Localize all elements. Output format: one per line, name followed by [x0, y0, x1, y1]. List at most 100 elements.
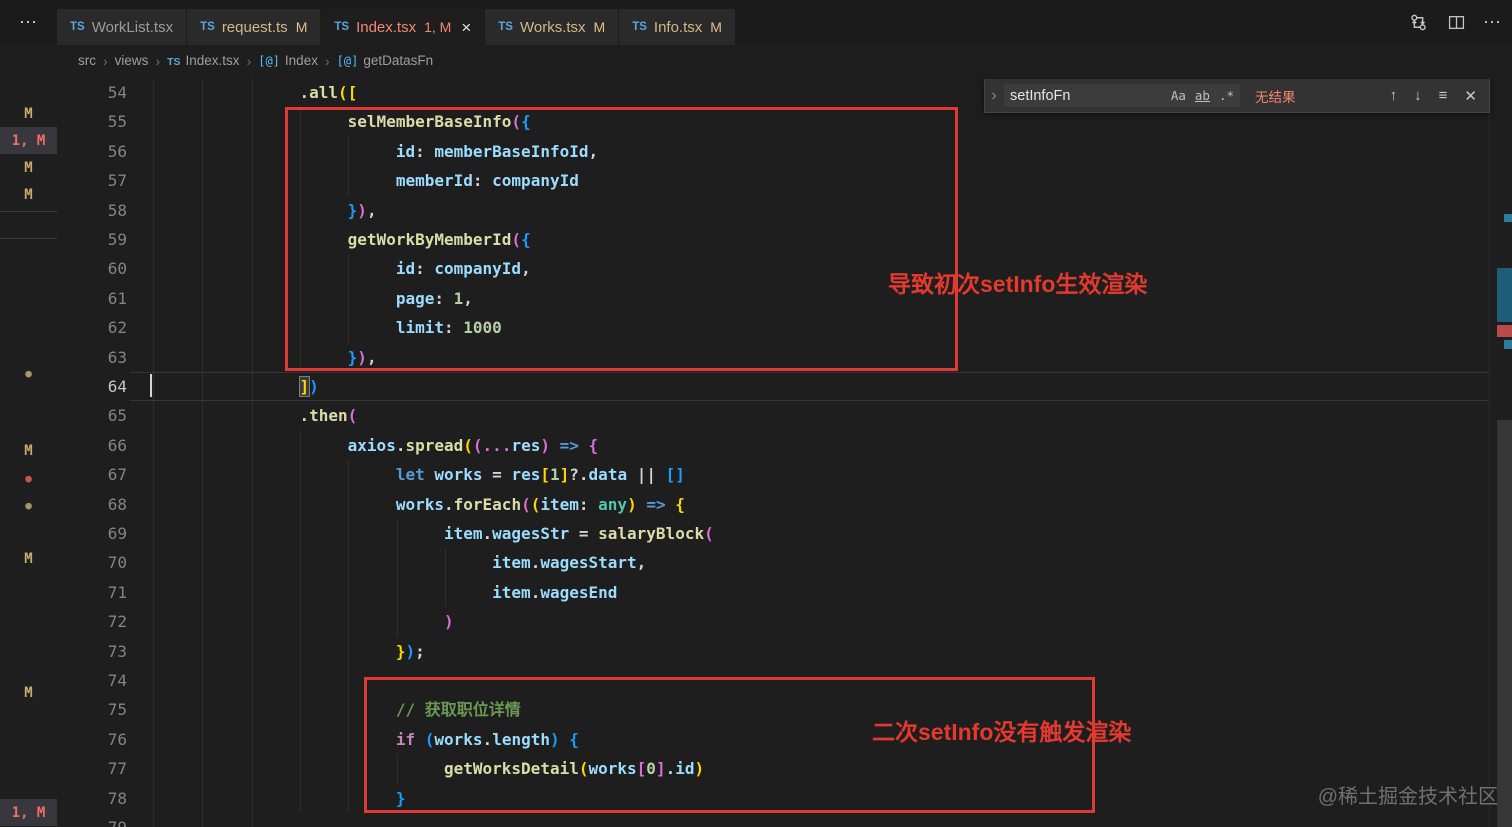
find-input[interactable]: setInfoFn Aa ab .* — [1003, 83, 1241, 108]
tab-Info.tsx[interactable]: TS Info.tsx M — [619, 9, 735, 45]
split-editor-icon[interactable] — [1445, 12, 1467, 34]
breadcrumb-item-src[interactable]: src — [78, 53, 96, 68]
line-number: 67 — [107, 465, 127, 485]
annotation-label-2: 二次setInfo没有触发渲染 — [872, 719, 1132, 745]
line-number: 76 — [107, 729, 127, 749]
line-number: 55 — [107, 112, 127, 132]
tab-Works.tsx[interactable]: TS Works.tsx M — [485, 9, 619, 45]
line-number: 77 — [107, 759, 127, 779]
annotation-label-1: 导致初次setInfo生效渲染 — [888, 271, 1148, 297]
line-number: 65 — [107, 406, 127, 426]
git-status-badge[interactable]: M — [0, 545, 57, 572]
tab-WorkList.tsx[interactable]: TS WorkList.tsx — [57, 9, 187, 45]
tab-label: Works.tsx — [519, 18, 586, 36]
line-number: 63 — [107, 347, 127, 367]
code-line-72[interactable]: ) — [155, 607, 454, 637]
line-number: 66 — [107, 435, 127, 455]
code-line-69[interactable]: item.wagesStr = salaryBlock( — [155, 519, 714, 549]
git-status-badge[interactable]: M — [0, 679, 57, 706]
find-widget: › setInfoFn Aa ab .* 无结果 ↑ ↓ ≡ ✕ — [984, 79, 1490, 113]
code-line-66[interactable]: axios.spread((...res) => { — [155, 431, 599, 461]
ruler-mark — [1497, 268, 1512, 322]
indent-guide — [397, 519, 398, 637]
whole-word-icon[interactable]: ab — [1195, 88, 1210, 103]
tab-status-badge: 1, M — [424, 19, 452, 35]
breadcrumb-item-views[interactable]: views — [115, 53, 149, 68]
breadcrumb-separator: › — [155, 52, 161, 69]
scrollbar-slider[interactable] — [1497, 420, 1512, 827]
indent-guide — [300, 430, 301, 813]
line-number: 73 — [107, 641, 127, 661]
line-number: 62 — [107, 318, 127, 338]
code-line-65[interactable]: .then( — [155, 401, 358, 431]
ts-file-icon: TS — [498, 21, 513, 33]
tabs-container: TS WorkList.tsx TS request.ts M TS Index.tsx 1,… — [57, 9, 736, 45]
code-line-54[interactable]: .all([ — [155, 78, 358, 108]
annotation-box-1 — [285, 107, 958, 371]
ts-file-icon: TS — [334, 21, 350, 33]
git-status-badge[interactable]: M — [0, 100, 57, 127]
code-line-68[interactable]: works.forEach((item: any) => { — [155, 490, 685, 520]
git-status-dot[interactable]: ● — [0, 492, 57, 519]
find-previous-button[interactable]: ↑ — [1390, 87, 1398, 104]
text-cursor — [150, 374, 152, 397]
line-number: 72 — [107, 612, 127, 632]
compare-changes-icon[interactable] — [1407, 12, 1429, 34]
section-divider — [0, 211, 57, 212]
code-line-70[interactable]: item.wagesStart, — [155, 548, 646, 578]
symbol-icon: [@] — [258, 54, 280, 68]
line-number: 71 — [107, 582, 127, 602]
breadcrumb-item-Index.tsx[interactable]: TS Index.tsx — [167, 53, 239, 68]
toggle-replace-chevron[interactable]: › — [985, 87, 1003, 105]
find-next-button[interactable]: ↓ — [1414, 87, 1422, 104]
breadcrumb-item-Index[interactable]: [@] Index — [258, 53, 318, 68]
line-number: 57 — [107, 171, 127, 191]
line-number: 79 — [57, 813, 127, 827]
ruler-separator — [1489, 76, 1490, 827]
line-number: 59 — [107, 230, 127, 249]
code-line-71[interactable]: item.wagesEnd — [155, 578, 617, 608]
breadcrumb-item-getDatasFn[interactable]: [@] getDatasFn — [337, 53, 433, 68]
watermark: @稀土掘金技术社区 — [1317, 786, 1498, 808]
tab-Index.tsx[interactable]: TS Index.tsx 1, M × — [321, 9, 485, 45]
code-line-73[interactable]: }); — [155, 637, 425, 667]
more-actions-icon[interactable]: ⋯ — [1483, 12, 1502, 33]
ruler-mark — [1504, 340, 1512, 349]
line-number: 58 — [107, 200, 127, 220]
tab-status-badge: M — [295, 19, 308, 35]
tab-label: Info.tsx — [653, 18, 703, 36]
find-results-label: 无结果 — [1255, 89, 1296, 105]
ts-file-icon: TS — [632, 21, 647, 33]
git-status-dot[interactable]: ● — [0, 360, 57, 387]
git-status-dot[interactable]: ● — [0, 465, 57, 492]
line-number: 74 — [107, 671, 127, 690]
close-find-icon[interactable]: ✕ — [1464, 87, 1477, 105]
explorer-edge-strip: M 1, M M M ● M ● ● M M 1, M — [0, 45, 57, 827]
regex-icon[interactable]: .* — [1219, 88, 1234, 103]
ts-file-icon: TS — [200, 21, 215, 33]
line-number: 60 — [107, 259, 127, 279]
find-in-selection-icon[interactable]: ≡ — [1439, 87, 1448, 104]
tab-request.ts[interactable]: TS request.ts M — [187, 9, 321, 45]
match-case-icon[interactable]: Aa — [1171, 88, 1186, 103]
breadcrumb: src › views › TS Index.tsx › [@] Index › [@] getDat… — [57, 45, 1512, 76]
indent-guide — [153, 78, 154, 827]
git-status-badge[interactable]: M — [0, 154, 57, 181]
close-tab-icon[interactable]: × — [461, 19, 471, 36]
git-status-badge[interactable]: 1, M — [0, 799, 57, 826]
current-line-highlight — [130, 372, 1489, 401]
code-line-67[interactable]: let works = res[1]?.data || [] — [155, 460, 685, 490]
find-query-text[interactable]: setInfoFn — [1010, 88, 1162, 104]
ts-file-icon: TS — [70, 21, 85, 33]
ruler-mark — [1497, 325, 1512, 337]
line-number: 78 — [107, 788, 127, 808]
git-status-badge[interactable]: M — [0, 181, 57, 208]
indent-guide — [252, 78, 253, 827]
git-status-badge[interactable]: 1, M — [0, 127, 57, 154]
tab-overflow-icon[interactable]: ⋯ — [0, 0, 57, 45]
line-number: 69 — [107, 524, 127, 543]
git-status-badge[interactable]: M — [0, 437, 57, 464]
line-number: 61 — [107, 288, 127, 308]
symbol-icon: [@] — [336, 54, 359, 68]
editor-actions: ⋯ — [1407, 0, 1502, 45]
